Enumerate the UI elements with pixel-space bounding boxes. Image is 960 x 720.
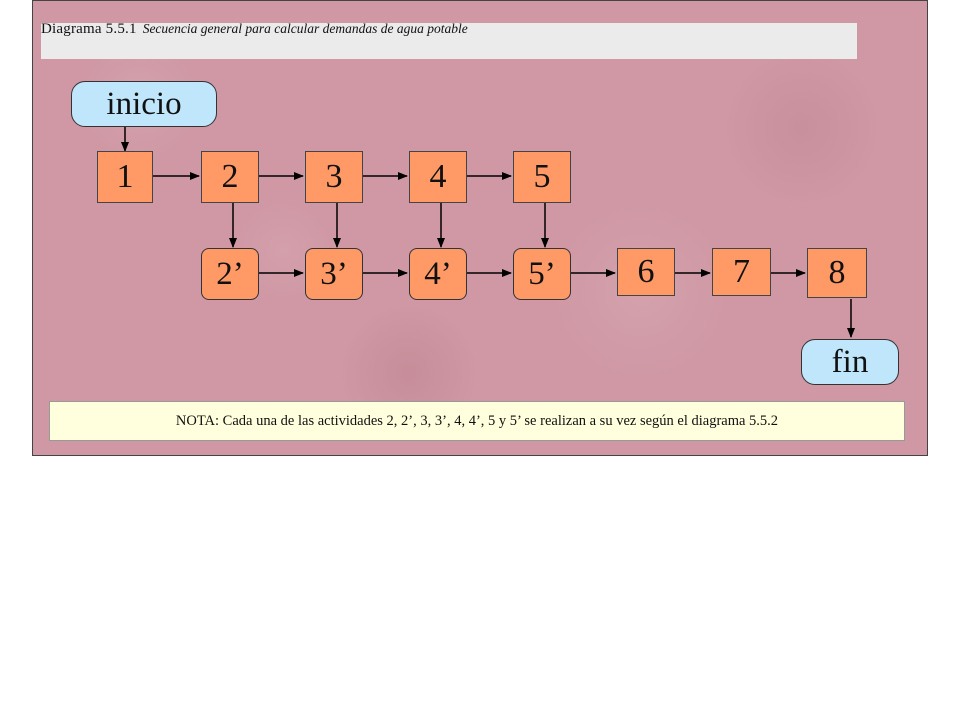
step-label: 4’ <box>424 255 452 292</box>
start-label: inicio <box>106 85 182 122</box>
step-label: 8 <box>828 254 846 291</box>
step-label: 4 <box>429 158 447 195</box>
step-label: 5’ <box>528 255 556 292</box>
note-text: NOTA: Cada una de las actividades 2, 2’,… <box>175 412 779 429</box>
step-label: 1 <box>116 158 134 195</box>
start-terminal: inicio <box>71 81 217 127</box>
step-7: 7 <box>712 248 771 296</box>
step-5-prime: 5’ <box>513 248 571 300</box>
step-label: 5 <box>533 158 551 195</box>
step-label: 7 <box>733 253 750 290</box>
step-3: 3 <box>305 151 363 203</box>
end-terminal: fin <box>801 339 899 385</box>
step-3-prime: 3’ <box>305 248 363 300</box>
step-8: 8 <box>807 248 867 298</box>
step-label: 3’ <box>320 255 348 292</box>
diagram-slide: Diagrama 5.5.1 Secuencia general para cal… <box>32 0 928 456</box>
step-label: 3 <box>325 158 343 195</box>
end-label: fin <box>831 343 869 380</box>
step-label: 2’ <box>216 255 244 292</box>
step-label: 6 <box>637 253 655 290</box>
step-label: 2 <box>221 158 239 195</box>
connector-arrows <box>121 127 855 338</box>
step-4-prime: 4’ <box>409 248 467 300</box>
step-2: 2 <box>201 151 259 203</box>
step-5: 5 <box>513 151 571 203</box>
note-box: NOTA: Cada una de las actividades 2, 2’,… <box>49 401 905 441</box>
step-6: 6 <box>617 248 675 296</box>
step-4: 4 <box>409 151 467 203</box>
step-1: 1 <box>97 151 153 203</box>
step-2-prime: 2’ <box>201 248 259 300</box>
